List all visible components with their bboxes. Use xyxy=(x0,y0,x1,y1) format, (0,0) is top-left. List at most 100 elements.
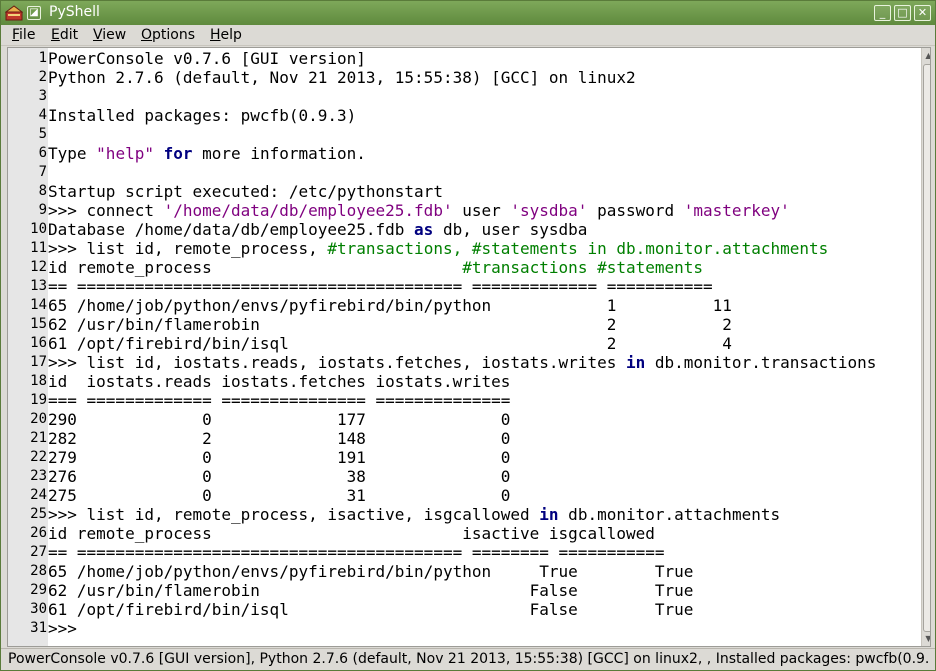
status-bar: PowerConsole v0.7.6 [GUI version], Pytho… xyxy=(1,648,935,670)
menu-help-label: elp xyxy=(220,27,242,43)
console-line: PowerConsole v0.7.6 [GUI version] xyxy=(48,49,918,68)
console-line: 65 /home/job/python/envs/pyfirebird/bin/… xyxy=(48,296,918,315)
scroll-up-icon[interactable]: ▲ xyxy=(922,49,930,63)
window-title: PyShell xyxy=(49,4,100,20)
console-text-segment: '/home/data/db/employee25.fdb' xyxy=(163,201,453,220)
menu-options-label: ptions xyxy=(152,27,196,43)
console-line: id remote_process isactive isgcallowed xyxy=(48,524,918,543)
console-text-segment: 61 /opt/firebird/bin/isql False True xyxy=(48,600,694,619)
console-text-segment: >>> list id, remote_process, xyxy=(48,239,328,258)
line-number: 8 xyxy=(38,183,47,199)
menu-options[interactable]: Options xyxy=(141,27,195,43)
shell-output[interactable]: PowerConsole v0.7.6 [GUI version] Python … xyxy=(48,48,918,646)
line-number: 23 xyxy=(30,468,47,484)
line-number: 5 xyxy=(38,126,47,142)
console-text-segment: more information. xyxy=(192,144,366,163)
console-line: 282 2 148 0 xyxy=(48,429,918,448)
pyshell-window: ◪ PyShell _ □ ✕ File Edit View Options H… xyxy=(0,0,936,671)
scroll-down-icon[interactable]: ▼ xyxy=(922,632,930,646)
menu-view-mnemonic: V xyxy=(93,27,103,43)
console-text-segment xyxy=(154,144,164,163)
console-line: == =====================================… xyxy=(48,277,918,296)
console-line: 61 /opt/firebird/bin/isql 2 4 xyxy=(48,334,918,353)
line-number: 18 xyxy=(30,373,47,389)
console-line: == =====================================… xyxy=(48,543,918,562)
line-number: 10 xyxy=(30,221,47,237)
console-text-segment: 65 /home/job/python/envs/pyfirebird/bin/… xyxy=(48,562,694,581)
console-text-segment: >>> xyxy=(48,619,87,638)
console-text-segment: 65 /home/job/python/envs/pyfirebird/bin/… xyxy=(48,296,732,315)
console-text-segment: user xyxy=(452,201,511,220)
app-icon[interactable] xyxy=(4,5,24,21)
line-number: 6 xyxy=(38,145,47,161)
console-line: Database /home/data/db/employee25.fdb as… xyxy=(48,220,918,239)
console-text-segment: #transactions, #statements in db.monitor… xyxy=(327,239,829,258)
console-text-segment: db, user sysdba xyxy=(433,220,588,239)
line-number: 30 xyxy=(30,601,47,617)
console-line: 276 0 38 0 xyxy=(48,467,918,486)
console-text-segment: === ============= =============== ======… xyxy=(48,391,511,410)
console-text-segment: db.monitor.transactions xyxy=(645,353,877,372)
menu-edit[interactable]: Edit xyxy=(51,27,78,43)
line-number: 3 xyxy=(38,88,47,104)
line-number: 20 xyxy=(30,411,47,427)
console-text-segment: 275 0 31 0 xyxy=(48,486,511,505)
line-number: 27 xyxy=(30,544,47,560)
console-text-segment: id remote_process xyxy=(48,258,463,277)
menu-edit-mnemonic: E xyxy=(51,27,60,43)
line-number: 16 xyxy=(30,335,47,351)
console-line: >>> list id, remote_process, isactive, i… xyxy=(48,505,918,524)
line-number: 31 xyxy=(30,620,47,636)
menu-file[interactable]: File xyxy=(12,27,35,43)
console-line: id remote_process #transactions #stateme… xyxy=(48,258,918,277)
console-text-segment: 276 0 38 0 xyxy=(48,467,511,486)
menu-bar: File Edit View Options Help xyxy=(1,25,935,46)
menu-help[interactable]: Help xyxy=(210,27,242,43)
line-number: 4 xyxy=(38,107,47,123)
console-text-segment: as xyxy=(414,220,434,239)
console-text-segment: in xyxy=(539,505,559,524)
vertical-scrollbar[interactable]: ▲ ▼ xyxy=(921,48,930,646)
title-bar[interactable]: ◪ PyShell _ □ ✕ xyxy=(1,1,935,25)
line-number: 24 xyxy=(30,487,47,503)
line-number: 14 xyxy=(30,297,47,313)
pin-window-icon[interactable]: ◪ xyxy=(27,6,41,20)
console-text-segment: >>> list id, remote_process, isactive, i… xyxy=(48,505,540,524)
scrollbar-thumb[interactable] xyxy=(923,64,930,632)
console-text-segment: Startup script executed: /etc/pythonstar… xyxy=(48,182,443,201)
console-text-segment: 62 /usr/bin/flamerobin 2 2 xyxy=(48,315,732,334)
console-text-segment: 'masterkey' xyxy=(683,201,790,220)
close-button[interactable]: ✕ xyxy=(914,5,931,21)
console-text-segment: "help" xyxy=(96,144,154,163)
console-line: Startup script executed: /etc/pythonstar… xyxy=(48,182,918,201)
console-text-segment: Type xyxy=(48,144,97,163)
console-text-segment: 61 /opt/firebird/bin/isql 2 4 xyxy=(48,334,732,353)
console-line: >>> xyxy=(48,619,918,638)
line-number: 22 xyxy=(30,449,47,465)
console-text-segment: 290 0 177 0 xyxy=(48,410,511,429)
console-line: Type "help" for more information. xyxy=(48,144,918,163)
menu-view[interactable]: View xyxy=(93,27,126,43)
minimize-button[interactable]: _ xyxy=(874,5,891,21)
console-line: 62 /usr/bin/flamerobin 2 2 xyxy=(48,315,918,334)
console-line: 290 0 177 0 xyxy=(48,410,918,429)
console-text-segment: 279 0 191 0 xyxy=(48,448,511,467)
shell-editor[interactable]: 1 2 3 4 5 6 7 8 9 10 11 12 13 14 15 16 17 18 19 20 21 22 23 24 2… xyxy=(7,47,931,647)
console-line: 279 0 191 0 xyxy=(48,448,918,467)
console-text-segment: >>> list id, iostats.reads, iostats.fetc… xyxy=(48,353,626,372)
console-text-segment: Database /home/data/db/employee25.fdb xyxy=(48,220,415,239)
console-line: >>> list id, iostats.reads, iostats.fetc… xyxy=(48,353,918,372)
console-text-segment: #transactions #statements xyxy=(462,258,704,277)
line-number: 25 xyxy=(30,506,47,522)
menu-options-mnemonic: O xyxy=(141,27,153,43)
console-text-segment: >>> connect xyxy=(48,201,164,220)
console-text-segment: == =====================================… xyxy=(48,543,665,562)
menu-file-mnemonic: F xyxy=(12,27,20,43)
console-line: Installed packages: pwcfb(0.9.3) xyxy=(48,106,918,125)
console-line: >>> list id, remote_process, #transactio… xyxy=(48,239,918,258)
line-number: 7 xyxy=(38,164,47,180)
maximize-button[interactable]: □ xyxy=(894,5,911,21)
console-text-segment: for xyxy=(163,144,193,163)
console-line: Python 2.7.6 (default, Nov 21 2013, 15:5… xyxy=(48,68,918,87)
